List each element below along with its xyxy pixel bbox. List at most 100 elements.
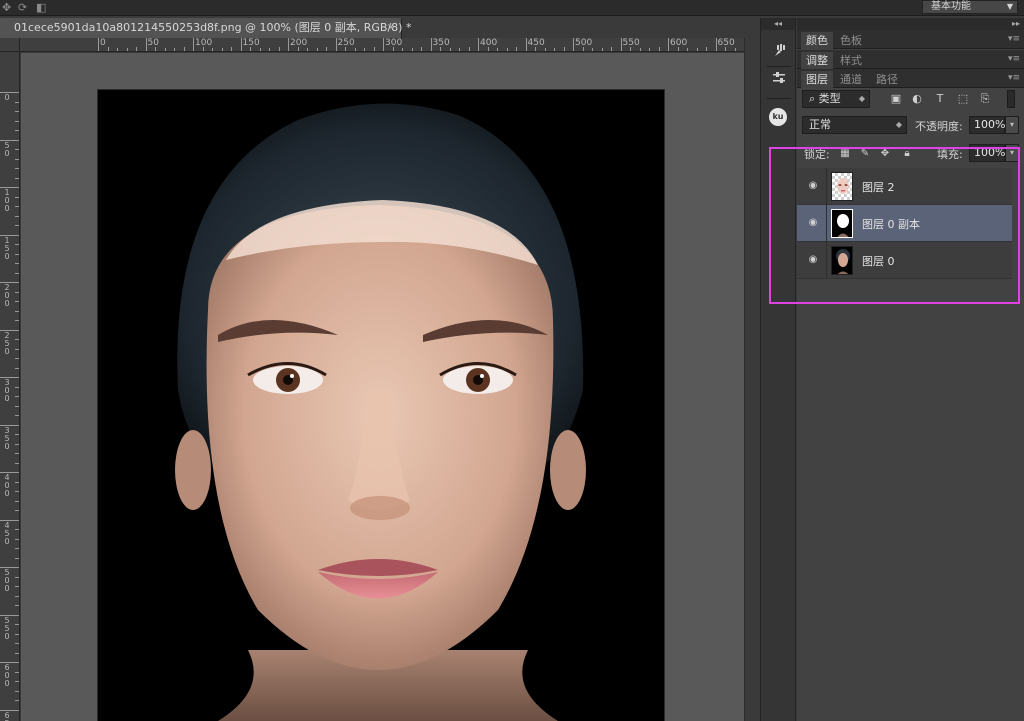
ruler-minor-tick: [630, 47, 631, 51]
ruler-tick: [525, 38, 527, 51]
tab-paths[interactable]: 路径: [871, 71, 903, 88]
ruler-minor-tick: [15, 206, 19, 207]
tab-layers[interactable]: 图层: [801, 71, 833, 88]
adjustment-sliders-icon[interactable]: [769, 70, 789, 90]
brush-settings-icon[interactable]: [769, 42, 789, 62]
vertical-ruler[interactable]: 0 50 100 150 200 250 300 350 400 450 500 550 600 650: [0, 52, 20, 721]
ruler-minor-tick: [15, 396, 19, 397]
move-tool-icon[interactable]: ✥: [2, 1, 11, 14]
collapse-panels-icon[interactable]: ▸▸: [797, 18, 1024, 30]
ruler-minor-tick: [174, 48, 175, 51]
opacity-dropdown[interactable]: ▾: [1005, 116, 1019, 134]
ruler-minor-tick: [15, 500, 19, 502]
ruler-tick: [620, 38, 622, 51]
ruler-minor-tick: [611, 47, 612, 51]
tab-color[interactable]: 颜色: [801, 32, 833, 49]
opacity-label: 不透明度:: [915, 120, 963, 133]
ruler-minor-tick: [582, 47, 584, 51]
ruler-minor-tick: [544, 48, 546, 51]
portrait-image: [98, 90, 664, 721]
ruler-minor-tick: [516, 47, 517, 51]
ruler-minor-tick: [15, 149, 19, 150]
collapse-dock-icon[interactable]: ◂◂: [761, 18, 795, 30]
ruler-minor-tick: [345, 47, 346, 51]
ruler-tick: [430, 38, 432, 51]
panel-menu-icon[interactable]: ▾≡: [1008, 30, 1020, 49]
panel-menu-icon[interactable]: ▾≡: [1008, 50, 1020, 69]
ruler-minor-tick: [278, 47, 280, 51]
panel-menu-icon[interactable]: ▾≡: [1008, 69, 1020, 88]
ruler-label: 100: [4, 188, 10, 213]
ruler-label: 350: [432, 38, 450, 48]
layers-highlight-box: [769, 147, 1020, 304]
ruler-minor-tick: [15, 386, 19, 388]
ruler-label: 650: [4, 710, 10, 721]
ruler-tick: [383, 38, 384, 51]
ruler-tick: [240, 38, 242, 51]
tab-adjustments[interactable]: 调整: [801, 52, 833, 69]
ruler-origin[interactable]: [0, 38, 20, 52]
smart-object-filter-icon[interactable]: ⎘: [978, 92, 992, 106]
ruler-minor-tick: [15, 291, 19, 293]
ruler-tick: [288, 38, 289, 51]
vertical-scrollbar[interactable]: [744, 38, 760, 721]
ruler-minor-tick: [15, 130, 19, 131]
ruler-label: 400: [4, 473, 10, 498]
tab-styles[interactable]: 样式: [835, 52, 867, 69]
adjustment-filter-icon[interactable]: ◐: [910, 92, 924, 106]
ruler-minor-tick: [15, 263, 19, 264]
ruler-minor-tick: [601, 48, 603, 51]
ruler-label: 50: [4, 140, 10, 158]
ruler-label: 300: [4, 378, 10, 403]
adjustments-panel-tabs: 调整 样式 ▾≡: [797, 50, 1024, 69]
ruler-minor-tick: [15, 405, 19, 407]
ruler-label: 200: [4, 283, 10, 308]
3d-rotate-icon[interactable]: ⟳: [18, 1, 27, 14]
opacity-field[interactable]: 100%: [969, 116, 1005, 134]
ruler-minor-tick: [658, 47, 660, 51]
document-tab[interactable]: 01cece5901da10a801214550253d8f.png @ 100…: [0, 18, 411, 38]
filter-toggle[interactable]: [1007, 90, 1015, 108]
document-title: 01cece5901da10a801214550253d8f.png @ 100…: [14, 21, 412, 34]
horizontal-ruler[interactable]: 0 50 100 150 200 250 300 350 400 450 500 550 600 650: [20, 38, 744, 52]
layer-filter-select[interactable]: ⌕ 类型 ◆: [802, 90, 870, 108]
ruler-minor-tick: [212, 48, 213, 51]
ku-plugin-icon[interactable]: ku: [769, 108, 789, 128]
ruler-minor-tick: [15, 681, 19, 682]
ruler-label: 600: [4, 663, 10, 688]
ruler-minor-tick: [364, 48, 365, 51]
ruler-minor-tick: [15, 358, 19, 359]
ruler-tick: [478, 38, 479, 51]
ruler-label: 350: [4, 425, 10, 451]
ruler-minor-tick: [440, 47, 441, 51]
blend-mode-select[interactable]: 正常 ◆: [802, 116, 907, 134]
shape-filter-icon[interactable]: ⬚: [956, 92, 970, 106]
close-icon[interactable]: ×: [387, 18, 395, 38]
options-bar: ✥ ⟳ ◧ 基本功能 ▼: [0, 0, 1024, 16]
ruler-minor-tick: [402, 48, 403, 51]
ruler-minor-tick: [15, 548, 19, 549]
ruler-minor-tick: [15, 111, 19, 112]
ruler-minor-tick: [392, 47, 394, 51]
ruler-minor-tick: [107, 47, 109, 51]
document-canvas[interactable]: [98, 90, 664, 721]
video-camera-icon[interactable]: ◧: [36, 1, 46, 14]
ruler-minor-tick: [15, 367, 19, 369]
ruler-minor-tick: [696, 48, 698, 51]
tab-swatches[interactable]: 色板: [835, 32, 867, 49]
ruler-tick: [145, 38, 147, 51]
ruler-minor-tick: [231, 47, 232, 51]
pixel-filter-icon[interactable]: ▣: [889, 92, 903, 106]
ruler-minor-tick: [15, 272, 19, 274]
workspace-switcher[interactable]: 基本功能 ▼: [922, 0, 1018, 14]
tab-channels[interactable]: 通道: [835, 71, 867, 88]
ruler-minor-tick: [307, 48, 308, 51]
ruler-minor-tick: [15, 215, 19, 217]
ruler-minor-tick: [687, 48, 688, 51]
workspace-label: 基本功能: [931, 1, 971, 12]
ruler-minor-tick: [117, 48, 118, 51]
ruler-label: 0: [4, 93, 10, 102]
divider: [767, 66, 791, 67]
collapsed-panel-dock: ◂◂ ku: [760, 18, 796, 721]
type-filter-icon[interactable]: T: [933, 92, 947, 106]
